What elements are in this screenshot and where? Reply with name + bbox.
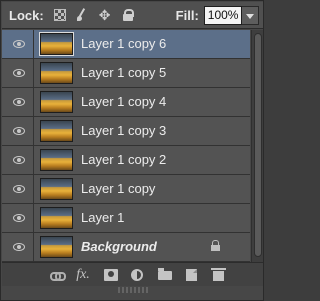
layer-name[interactable]: Layer 1 copy 4 — [81, 88, 166, 116]
lock-icon — [211, 240, 220, 252]
adjustment-layer-icon[interactable] — [131, 269, 143, 281]
group-folder-icon[interactable] — [158, 268, 172, 280]
layer-name[interactable]: Layer 1 — [81, 204, 124, 232]
delete-layer-icon[interactable] — [211, 268, 226, 281]
visibility-toggle[interactable] — [2, 146, 34, 174]
layer-row[interactable]: Layer 1 copy 4 — [2, 88, 250, 117]
link-layers-icon[interactable] — [50, 269, 66, 281]
layer-row[interactable]: Layer 1 copy 3 — [2, 117, 250, 146]
layer-row-background[interactable]: Background — [2, 233, 250, 262]
fill-label: Fill: — [175, 7, 199, 23]
layer-thumbnail — [39, 32, 74, 56]
layer-name[interactable]: Background — [81, 233, 157, 261]
lock-move-icon[interactable]: ✥ — [98, 8, 112, 22]
layers-list: Layer 1 copy 6 Layer 1 copy 5 Layer 1 co… — [2, 30, 250, 262]
scrollbar-thumb[interactable] — [254, 33, 262, 257]
visibility-toggle[interactable] — [2, 175, 34, 203]
lock-all-icon[interactable] — [122, 9, 134, 21]
eye-icon[interactable] — [13, 127, 25, 135]
layer-name[interactable]: Layer 1 copy — [81, 175, 155, 203]
visibility-toggle[interactable] — [2, 88, 34, 116]
scrollbar[interactable] — [251, 30, 263, 262]
layer-row[interactable]: Layer 1 copy — [2, 175, 250, 204]
layer-row[interactable]: Layer 1 — [2, 204, 250, 233]
lock-label: Lock: — [9, 7, 44, 23]
visibility-toggle[interactable] — [2, 117, 34, 145]
visibility-toggle[interactable] — [2, 233, 34, 261]
layer-row[interactable]: Layer 1 copy 6 — [2, 30, 250, 59]
layer-thumbnail — [40, 207, 73, 229]
layer-name[interactable]: Layer 1 copy 6 — [81, 30, 166, 58]
lock-fill-bar: Lock: ✥ Fill: 100% — [2, 2, 263, 29]
layer-name[interactable]: Layer 1 copy 3 — [81, 117, 166, 145]
layer-row[interactable]: Layer 1 copy 5 — [2, 59, 250, 88]
eye-icon[interactable] — [13, 156, 25, 164]
visibility-toggle[interactable] — [2, 204, 34, 232]
visibility-toggle[interactable] — [2, 59, 34, 87]
layer-thumbnail — [40, 91, 73, 113]
visibility-toggle[interactable] — [2, 30, 34, 58]
fill-input[interactable]: 100% — [203, 5, 242, 25]
eye-icon[interactable] — [13, 98, 25, 106]
fill-dropdown-chevron-icon[interactable] — [241, 5, 259, 25]
layer-thumbnail — [40, 236, 73, 258]
eye-icon[interactable] — [13, 214, 25, 222]
layer-thumbnail — [40, 178, 73, 200]
eye-icon[interactable] — [13, 40, 25, 48]
layer-name[interactable]: Layer 1 copy 5 — [81, 59, 166, 87]
panel-footer-toolbar: fx. — [2, 262, 263, 286]
fx-icon[interactable]: fx. — [76, 268, 90, 282]
eye-icon[interactable] — [13, 185, 25, 193]
layer-thumbnail — [40, 120, 73, 142]
layer-mask-icon[interactable] — [104, 269, 118, 281]
lock-paint-icon[interactable] — [76, 9, 88, 21]
new-layer-icon[interactable] — [186, 269, 197, 281]
layer-thumbnail — [40, 62, 73, 84]
layer-name[interactable]: Layer 1 copy 2 — [81, 146, 166, 174]
lock-transparency-icon[interactable] — [53, 9, 66, 21]
layer-thumbnail — [40, 149, 73, 171]
eye-icon[interactable] — [13, 243, 25, 251]
eye-icon[interactable] — [13, 69, 25, 77]
resize-grip[interactable] — [118, 287, 148, 293]
layers-panel: Lock: ✥ Fill: 100% Layer 1 copy 6 Layer … — [0, 0, 264, 301]
layer-row[interactable]: Layer 1 copy 2 — [2, 146, 250, 175]
